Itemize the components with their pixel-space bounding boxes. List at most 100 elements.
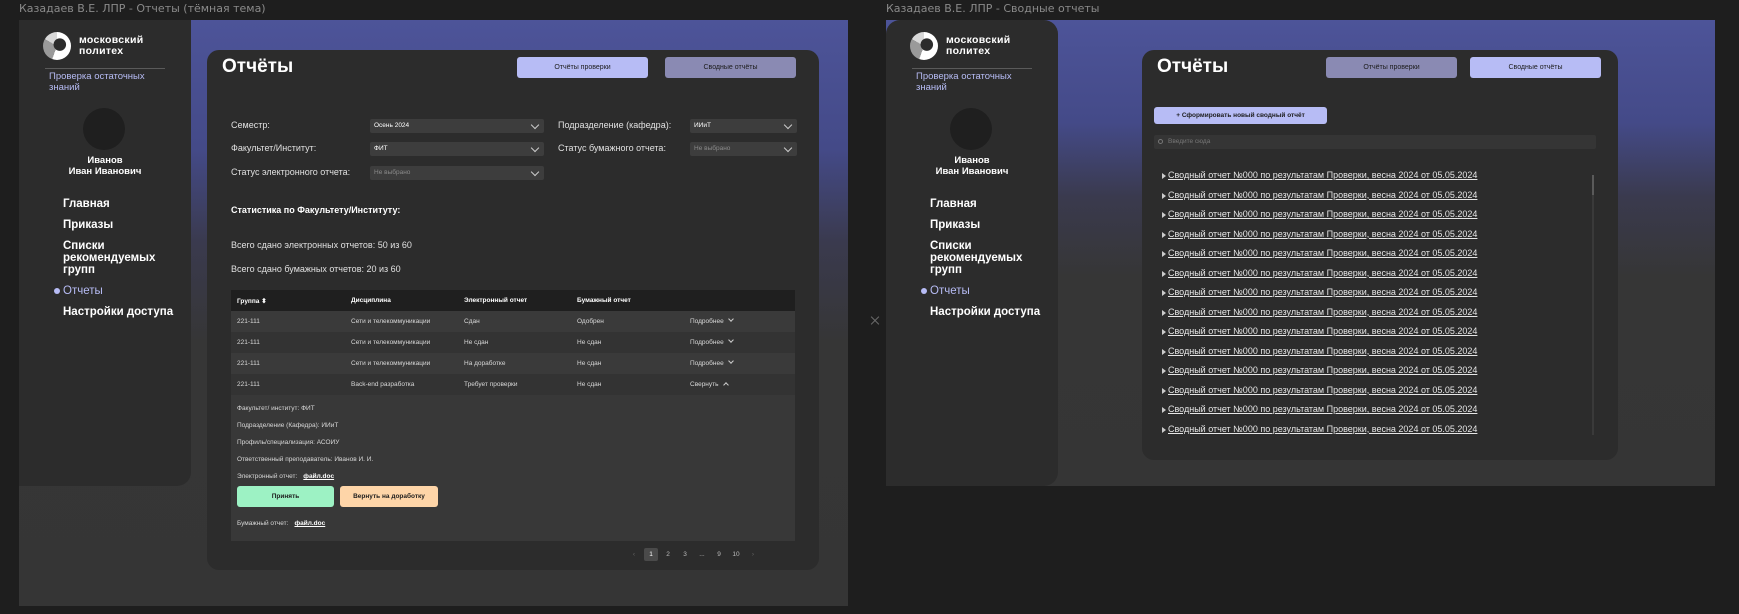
stat-paper: Всего сдано бумажных отчетов: 20 из 60 [231,264,401,274]
logo-icon [910,32,938,60]
cell-group: 221-111 [237,381,260,388]
electronic-file-link[interactable]: файл.doc [303,473,334,480]
cell-discipline: Back-end разработка [351,381,415,388]
list-item[interactable]: Сводный отчет №000 по результатам Провер… [1162,385,1582,405]
electronic-status-label: Статус электронного отчета: [231,167,351,177]
sidebar-item-access[interactable]: Настройки доступа [63,306,183,318]
search-icon [1158,139,1163,144]
sidebar-item-access[interactable]: Настройки доступа [930,306,1050,318]
sidebar-item-groups[interactable]: Списки рекомендуемых групп [63,240,183,276]
table-row: 221-111 Сети и телекоммуникации Не сдан … [231,332,795,353]
return-button[interactable]: Вернуть на доработку [340,486,438,507]
next-page-button[interactable]: › [746,548,760,561]
page-3[interactable]: 3 [678,548,692,561]
page-10[interactable]: 10 [729,548,743,561]
cell-paper: Одобрен [577,318,604,325]
tab-summary-reports[interactable]: Сводные отчёты [1470,57,1601,78]
paper-status-select[interactable]: Не выбрано [690,142,797,156]
table-row: 221-111 Back-end разработка Требует пров… [231,374,795,395]
avatar[interactable] [83,108,125,150]
prev-page-button[interactable]: ‹ [627,548,641,561]
sidebar: московский политех Проверка остаточных зн… [886,20,1058,486]
page-2[interactable]: 2 [661,548,675,561]
frame-label-reports: Казадаев В.Е. ЛПР - Отчеты (тёмная тема) [19,2,266,15]
user-name: Иванов Иван Иванович [935,155,1009,177]
sidebar-item-reports[interactable]: Отчеты [921,285,1050,297]
stat-electronic: Всего сдано электронных отчетов: 50 из 6… [231,240,412,250]
sidebar-item-home[interactable]: Главная [63,198,183,210]
sidebar-item-reports[interactable]: Отчеты [54,285,183,297]
chevron-down-icon [869,312,883,334]
avatar[interactable] [950,108,992,150]
tab-summary-reports[interactable]: Сводные отчёты [665,57,796,78]
cell-paper: Не сдан [577,339,602,346]
cell-group: 221-111 [237,360,260,367]
expand-button[interactable]: Подробнее [690,337,734,346]
list-item[interactable]: Сводный отчет №000 по результатам Провер… [1162,404,1582,424]
page-1[interactable]: 1 [644,548,658,561]
paper-file-link[interactable]: файл.doc [294,520,325,527]
page-title: Отчёты [1157,56,1229,77]
header-group[interactable]: Группа ⬍ [237,297,267,305]
faculty-select[interactable]: ФИТ [370,142,544,156]
cell-discipline: Сети и телекоммуникации [351,318,431,325]
cell-electronic: На доработке [464,360,506,367]
electronic-status-select[interactable]: Не выбрано [370,166,544,180]
department-select[interactable]: ИИиТ [690,119,797,133]
logo-icon [43,32,71,60]
accept-button[interactable]: Принять [237,486,334,507]
cell-discipline: Сети и телекоммуникации [351,339,431,346]
detail-faculty: Факультет/ институт: ФИТ [237,405,315,412]
sidebar-nav: Главная Приказы Списки рекомендуемых гру… [921,198,1050,327]
tab-check-reports[interactable]: Отчёты проверки [517,57,648,78]
row-details: Факультет/ институт: ФИТ Подразделение (… [231,395,795,541]
list-item[interactable]: Сводный отчет №000 по результатам Провер… [1162,287,1582,307]
expand-button[interactable]: Подробнее [690,358,734,367]
sidebar-nav: Главная Приказы Списки рекомендуемых гру… [54,198,183,327]
cell-electronic: Требует проверки [464,381,518,388]
sidebar-item-home[interactable]: Главная [930,198,1050,210]
page-title: Отчёты [222,56,294,77]
list-item[interactable]: Сводный отчет №000 по результатам Провер… [1162,424,1582,444]
chevron-down-icon [727,358,734,364]
sidebar-item-orders[interactable]: Приказы [930,219,1050,231]
list-item[interactable]: Сводный отчет №000 по результатам Провер… [1162,229,1582,249]
detail-electronic: Электронный отчет: файл.doc [237,473,335,480]
chevron-down-icon [727,316,734,322]
sidebar-item-orders[interactable]: Приказы [63,219,183,231]
header-discipline: Дисциплина [351,297,391,304]
user-name: Иванов Иван Иванович [68,155,142,177]
reports-frame: московский политех Проверка остаточных зн… [19,20,848,606]
list-item[interactable]: Сводный отчет №000 по результатам Провер… [1162,326,1582,346]
new-summary-report-button[interactable]: + Сформировать новый сводный отчёт [1154,107,1327,124]
list-item[interactable]: Сводный отчет №000 по результатам Провер… [1162,365,1582,385]
list-item[interactable]: Сводный отчет №000 по результатам Провер… [1162,307,1582,327]
table-row: 221-111 Сети и телекоммуникации На дораб… [231,353,795,374]
sidebar: московский политех Проверка остаточных зн… [19,20,191,486]
list-item[interactable]: Сводный отчет №000 по результатам Провер… [1162,346,1582,366]
list-item[interactable]: Сводный отчет №000 по результатам Провер… [1162,170,1582,190]
collapse-button[interactable]: Свернуть [690,381,729,388]
detail-paper: Бумажный отчет: файл.doc [237,520,326,527]
cell-electronic: Не сдан [464,339,489,346]
expand-button[interactable]: Подробнее [690,316,734,325]
department-label: Подразделение (кафедра): [558,120,672,130]
faculty-label: Факультет/Институт: [231,143,317,153]
logo[interactable]: московский политех [43,32,143,60]
tab-check-reports[interactable]: Отчёты проверки [1326,57,1457,78]
scrollbar[interactable] [1592,175,1594,435]
list-item[interactable]: Сводный отчет №000 по результатам Провер… [1162,209,1582,229]
detail-department: Подразделение (Кафедра): ИИиТ [237,422,339,429]
search-input[interactable]: Введите сюда [1154,135,1596,149]
logo[interactable]: московский политех [910,32,1010,60]
sidebar-item-groups[interactable]: Списки рекомендуемых групп [930,240,1050,276]
list-item[interactable]: Сводный отчет №000 по результатам Провер… [1162,268,1582,288]
logo-text: московский политех [79,34,144,57]
semester-select[interactable]: Осень 2024 [370,119,544,133]
page-9[interactable]: 9 [712,548,726,561]
list-item[interactable]: Сводный отчет №000 по результатам Провер… [1162,248,1582,268]
scrollbar-thumb[interactable] [1592,175,1594,195]
app-title: Проверка остаточных знаний [916,71,1012,93]
list-item[interactable]: Сводный отчет №000 по результатам Провер… [1162,190,1582,210]
cell-group: 221-111 [237,318,260,325]
